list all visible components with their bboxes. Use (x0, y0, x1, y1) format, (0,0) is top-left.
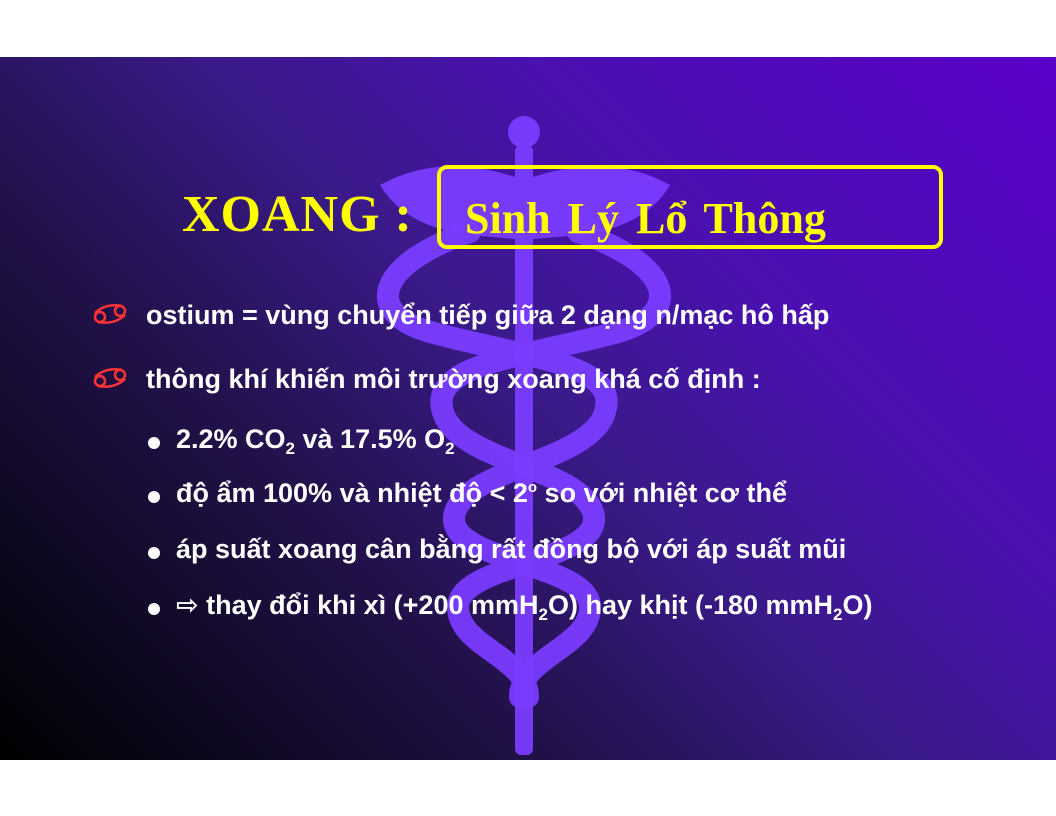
caduceus-icon (376, 116, 672, 755)
change-text-1: thay đổi khi xì (+200 mmH (198, 590, 539, 620)
cancer-sign-icon (93, 368, 127, 388)
dot-bullet-icon (148, 547, 160, 559)
h2o-subscript-2: 2 (833, 605, 843, 624)
h2o-subscript-1: 2 (538, 605, 548, 624)
sub-bullet-pressure: áp suất xoang cân bằng rất đồng bộ với á… (176, 534, 847, 564)
arrow-icon: ⇨ (176, 590, 199, 620)
sub-bullet-gas: 2.2% CO2 và 17.5% O2 (176, 424, 455, 459)
dot-bullet-icon (148, 491, 160, 503)
dot-bullet-icon (148, 437, 160, 449)
gas-text-2: và 17.5% O (295, 424, 446, 454)
change-text-2: O) hay khịt (-180 mmH (547, 590, 834, 620)
cancer-sign-icon (93, 304, 127, 324)
o2-subscript: 2 (445, 439, 455, 458)
co2-subscript: 2 (285, 439, 296, 458)
slide-subtitle: Sinh Lý Lổ Thông (465, 194, 826, 243)
humidity-text-2: so với nhiệt cơ thể (537, 478, 787, 508)
gas-text-1: 2.2% CO (176, 424, 286, 454)
degree-superscript: o (527, 479, 538, 496)
dot-bullet-icon (148, 603, 160, 615)
sub-bullet-pressure-change: ⇨ thay đổi khi xì (+200 mmH2O) hay khịt … (176, 590, 873, 625)
bullet-ventilation: thông khí khiến môi trường xoang khá cố … (146, 364, 761, 394)
slide: XOANG : Sinh Lý Lổ Thông ostium = vùng c… (0, 57, 1056, 760)
change-text-3: O) (842, 590, 873, 620)
bullet-ostium: ostium = vùng chuyển tiếp giữa 2 dạng n/… (146, 300, 830, 330)
humidity-text-1: độ ẩm 100% và nhiệt độ < 2 (176, 478, 528, 508)
slide-title: XOANG : (182, 186, 413, 243)
sub-bullet-humidity: độ ẩm 100% và nhiệt độ < 2o so với nhiệt… (176, 478, 787, 509)
